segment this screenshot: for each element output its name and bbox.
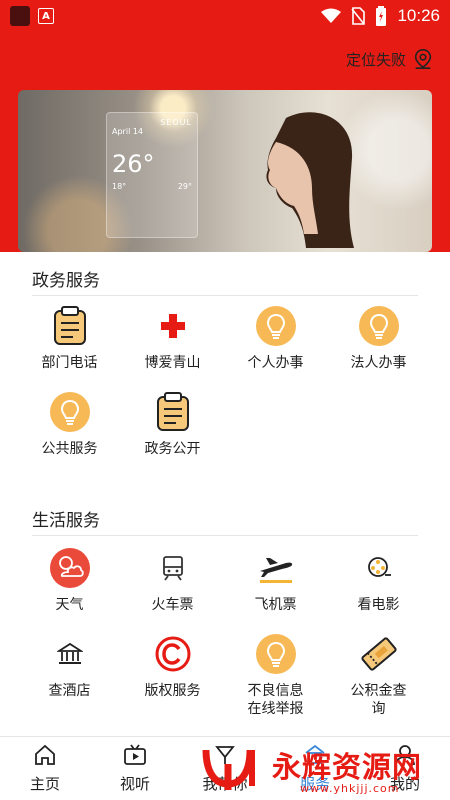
gov-item-label: 个人办事 bbox=[247, 355, 304, 371]
nav-label: 视听 bbox=[119, 775, 150, 793]
nav-mine[interactable]: 我的 bbox=[360, 737, 450, 800]
nav-audio-visual[interactable]: 视听 bbox=[90, 737, 180, 800]
life-item-label: 看电影 bbox=[357, 597, 400, 613]
banner-date: April 14 bbox=[112, 127, 144, 136]
banner-woman-image bbox=[266, 112, 354, 248]
life-item-copyright[interactable]: 版权服务 bbox=[121, 634, 224, 700]
life-item-weather[interactable]: 天气 bbox=[18, 548, 121, 614]
film-reel-icon bbox=[359, 548, 399, 588]
bottom-nav: 主页 视听 我帮你 服务 我的 bbox=[0, 736, 450, 800]
section-divider bbox=[32, 535, 418, 536]
app-notification-icon bbox=[10, 6, 30, 26]
gov-item-boai-qingshan[interactable]: 博爱青山 bbox=[121, 306, 224, 372]
section-divider bbox=[32, 295, 418, 296]
life-item-label: 火车票 bbox=[151, 597, 194, 613]
home-icon bbox=[35, 744, 55, 765]
plane-icon bbox=[256, 548, 296, 588]
locate-button[interactable]: 定位失败 bbox=[346, 48, 434, 70]
user-icon bbox=[395, 745, 415, 766]
gov-item-label: 博爱青山 bbox=[144, 355, 201, 371]
life-item-flight-tickets[interactable]: 飞机票 bbox=[224, 548, 327, 614]
video-icon bbox=[124, 744, 146, 765]
banner-weather-widget: SEOUL April 14 26° 18° 29° bbox=[106, 112, 198, 238]
battery-icon bbox=[376, 6, 387, 26]
banner-city: SEOUL bbox=[160, 118, 192, 127]
life-services-title: 生活服务 bbox=[32, 511, 100, 531]
life-item-label: 版权服务 bbox=[144, 683, 201, 699]
lightbulb-icon bbox=[255, 634, 296, 674]
life-item-label: 天气 bbox=[55, 597, 84, 613]
life-item-train-tickets[interactable]: 火车票 bbox=[121, 548, 224, 614]
gov-item-dept-phone[interactable]: 部门电话 bbox=[18, 306, 121, 372]
nav-home[interactable]: 主页 bbox=[0, 737, 90, 800]
life-item-label: 不良信息 在线举报 bbox=[247, 683, 304, 717]
nav-label: 服务 bbox=[299, 775, 330, 793]
banner-background bbox=[18, 90, 432, 252]
a-notification-icon: A bbox=[38, 8, 54, 24]
train-icon bbox=[153, 548, 193, 588]
nav-help-you[interactable]: 我帮你 bbox=[180, 737, 270, 800]
gov-item-label: 部门电话 bbox=[41, 355, 98, 371]
nav-label: 我的 bbox=[389, 775, 420, 793]
lightbulb-icon bbox=[255, 306, 296, 346]
gov-item-label: 法人办事 bbox=[350, 355, 407, 371]
gov-item-legal-affairs[interactable]: 法人办事 bbox=[327, 306, 430, 372]
life-item-label: 飞机票 bbox=[254, 597, 297, 613]
clipboard-icon bbox=[153, 392, 193, 432]
nav-label: 主页 bbox=[29, 775, 60, 793]
clipboard-icon bbox=[50, 306, 90, 346]
gov-services-title: 政务服务 bbox=[32, 271, 100, 291]
life-item-report-harmful-info[interactable]: 不良信息 在线举报 bbox=[224, 634, 327, 718]
banner-hi: 18° bbox=[112, 182, 127, 191]
locate-label: 定位失败 bbox=[345, 50, 406, 69]
life-item-housing-fund[interactable]: 公积金查 询 bbox=[327, 634, 430, 718]
status-bar: A 10:26 bbox=[0, 0, 450, 32]
life-item-hotels[interactable]: 查酒店 bbox=[18, 634, 121, 700]
clock-time: 10:26 bbox=[397, 6, 440, 25]
lightbulb-icon bbox=[358, 306, 399, 346]
location-pin-icon bbox=[414, 49, 432, 69]
gov-item-public-services[interactable]: 公共服务 bbox=[18, 392, 121, 458]
life-item-label: 公积金查 询 bbox=[350, 683, 407, 717]
weather-icon bbox=[49, 548, 90, 588]
service-icon bbox=[305, 744, 325, 764]
gov-item-label: 公共服务 bbox=[41, 441, 98, 457]
banner-carousel[interactable]: SEOUL April 14 26° 18° 29° bbox=[18, 90, 432, 252]
gov-item-personal-affairs[interactable]: 个人办事 bbox=[224, 306, 327, 372]
wifi-icon bbox=[321, 8, 342, 23]
banner-temp: 26° bbox=[112, 150, 155, 178]
life-item-label: 查酒店 bbox=[48, 683, 91, 699]
gov-item-gov-disclosure[interactable]: 政务公开 bbox=[121, 392, 224, 458]
nav-label: 我帮你 bbox=[202, 775, 248, 793]
life-item-movies[interactable]: 看电影 bbox=[327, 548, 430, 614]
hotel-icon bbox=[50, 634, 90, 674]
gov-item-label: 政务公开 bbox=[144, 441, 201, 457]
nav-services[interactable]: 服务 bbox=[270, 737, 360, 800]
services-card: 政务服务 部门电话 博爱青山 个人办事 法人办事 公共服务 政务公开 生活服务 … bbox=[18, 252, 432, 736]
help-icon bbox=[215, 746, 235, 764]
no-sim-icon bbox=[351, 7, 366, 25]
ticket-icon bbox=[359, 634, 399, 674]
copyright-icon bbox=[153, 634, 193, 674]
red-cross-icon bbox=[153, 306, 193, 346]
banner-lo: 29° bbox=[177, 182, 192, 191]
lightbulb-icon bbox=[49, 392, 90, 432]
